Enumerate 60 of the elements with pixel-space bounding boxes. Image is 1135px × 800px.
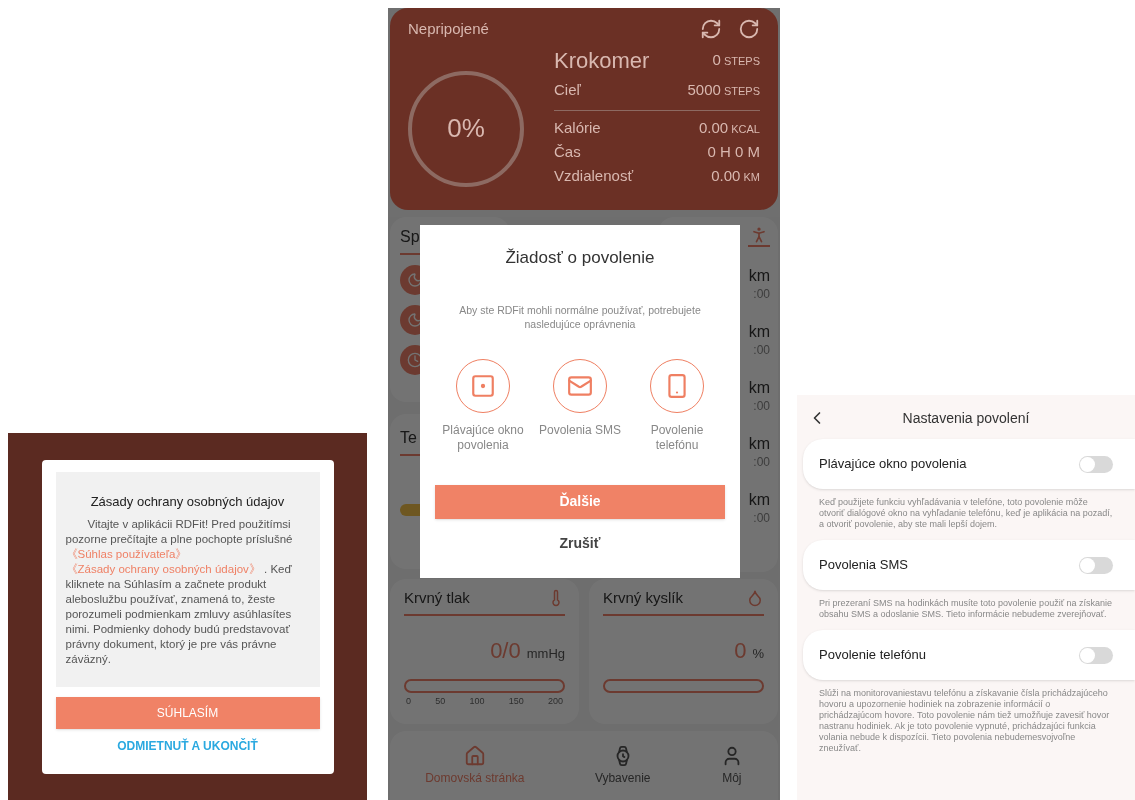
distance-unit: km	[748, 379, 770, 397]
permission-row[interactable]: Plávajúce okno povolenia	[803, 439, 1135, 489]
scale-label: 50	[435, 694, 446, 708]
card-title: Krvný kyslík	[603, 588, 683, 608]
agree-button[interactable]: SÚHLASÍM	[55, 696, 320, 729]
connection-status: Nepripojené	[408, 19, 489, 39]
permission-label: Povolenie telefónu	[819, 646, 926, 665]
dialog-title: Žiadosť o povolenie	[505, 247, 655, 269]
progress-ring: 0%	[408, 70, 524, 187]
distance-unit: km	[748, 435, 770, 453]
permission-label: Povolenia SMS	[819, 556, 908, 575]
cancel-button[interactable]: Zrušiť	[559, 532, 601, 554]
window-icon	[470, 372, 496, 399]
scale-label: 150	[508, 694, 524, 708]
permission-label: Povolenie telefónu	[649, 422, 705, 453]
permission-description: Keď použijete funkciu vyhľadávania v telefóne, toto povolenie môže otvoriť dialógové okno na vyhľadanie telefónu, keď je aplikácia na pozadí, a otvoriť povolenie, aby ste mali lepší dojem.	[818, 496, 1114, 531]
permission-description: Pri prezeraní SMS na hodinkách musíte toto povolenie použiť na získanie obsahu SMS a odoslanie SMS. Tieto informácie nebudeme zverejňovať.	[818, 597, 1114, 621]
stat-label: Kalórie	[554, 117, 601, 138]
next-button[interactable]: Ďalšie	[435, 484, 725, 519]
refresh-icon[interactable]	[738, 18, 760, 41]
droplet-icon	[746, 589, 764, 608]
toggle-switch[interactable]	[1079, 455, 1113, 473]
stat-label: Čas	[554, 141, 581, 162]
permission-description: Slúži na monitorovaniestavu telefónu a získavanie čísla prichádzajúceho hovoru a upozornenie hodiniek na zobrazenie informácií o prichádzajúcom hovore. Toto povolenie nám tiež umožňuje zavesiť hovor nastranu hodiniek. Ak je toto povolenie vypnuté, prichádzajúci funkcia volania nebude k dispozícii. Tieto povolenia nebudemesvojvoľne zneužívať.	[818, 687, 1111, 755]
distance-unit: km	[748, 267, 770, 285]
reading-value: 0	[734, 636, 747, 665]
stat-value: 0 STEPS	[712, 50, 760, 71]
stat-label: Cieľ	[554, 79, 581, 100]
stat-label: Vzdialenosť	[554, 165, 633, 186]
policy-paragraph: Vitajte v aplikácii RDFit! Pred použitímsi pozorne prečítajte a plne pochopte príslušné 《Súhlas používateľa》 《Zásady ochrany osobných údajov》 . Keď kliknete na Súhlasím a začnete produkt aleboslužbu používať, znamená to, žeste porozumeli podmienkam zmluvy asúhlasítes nimi. Podmienky dohody budú predstavovať právny dokument, ktorý je pre vás právne záväzný.	[65, 517, 294, 667]
stat-value: 0.00 KM	[711, 165, 760, 186]
stat-value: 0.00 KCAL	[699, 117, 760, 138]
sync-icon[interactable]	[700, 18, 722, 41]
stat-value: 5000 STEPS	[687, 79, 760, 100]
scale-label: 200	[547, 694, 563, 708]
scale-label: 100	[469, 694, 485, 708]
card-title: Krvný tlak	[404, 588, 470, 608]
policy-link[interactable]: 《Zásady ochrany osobných údajov》	[65, 563, 261, 575]
permission-row[interactable]: Povolenia SMS	[803, 540, 1135, 590]
decline-button[interactable]: ODMIETNUŤ A UKONČIŤ	[55, 736, 320, 755]
dialog-title: Zásady ochrany osobných údajov	[89, 492, 286, 511]
stat-value: 0 H 0 M	[707, 141, 760, 162]
nav-tab[interactable]: Domovská stránka	[425, 744, 525, 787]
toggle-switch[interactable]	[1079, 556, 1113, 574]
distance-unit: km	[748, 491, 770, 509]
nav-tab[interactable]: Vybavenie	[594, 744, 651, 787]
nav-tab[interactable]: Môj	[720, 744, 743, 787]
toggle-switch[interactable]	[1079, 646, 1113, 664]
home-icon	[463, 744, 486, 767]
permission-row[interactable]: Povolenie telefónu	[803, 630, 1135, 680]
reading-unit: mmHg	[526, 644, 565, 663]
reading-value: 0/0	[490, 636, 521, 665]
screen-title: Nastavenia povolení	[902, 408, 1030, 428]
permission-label: Povolenia SMS	[538, 422, 621, 438]
reading-unit: %	[752, 644, 764, 663]
dialog-description: Aby ste RDFit mohli normálne používať, potrebujete nasledujúce oprávnenia	[458, 302, 702, 331]
permission-label: Plávajúce okno povolenia	[819, 455, 967, 474]
distance-unit: km	[748, 323, 770, 341]
stat-label: Krokomer	[554, 47, 650, 75]
policy-link[interactable]: 《Súhlas používateľa》	[65, 548, 188, 560]
